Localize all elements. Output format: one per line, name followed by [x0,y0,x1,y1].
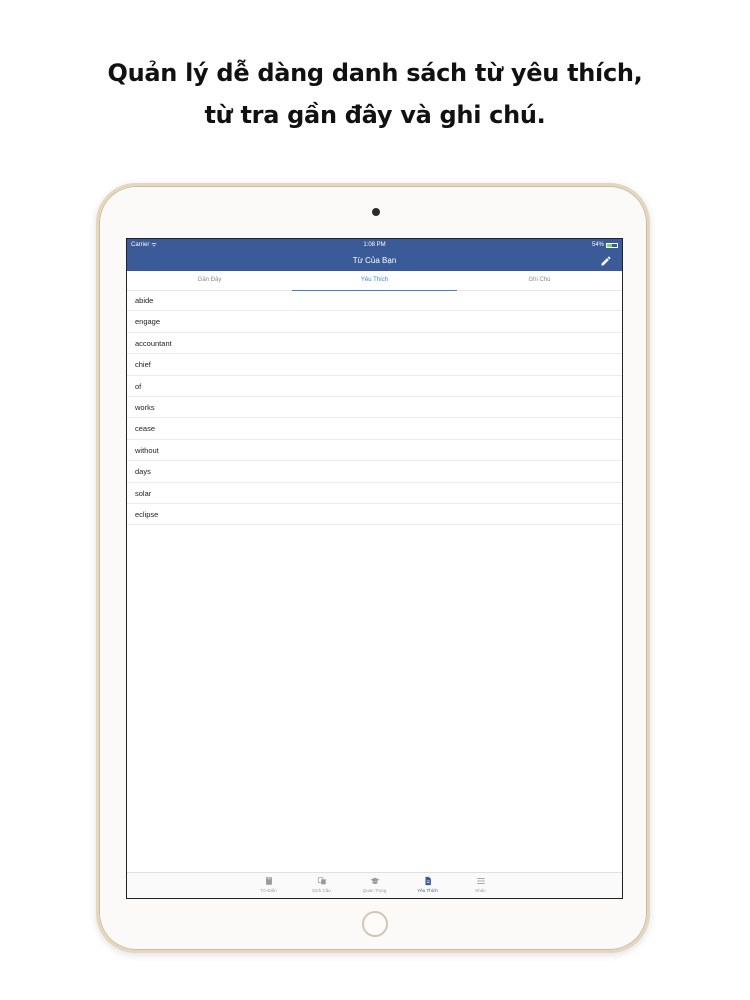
ipad-device-frame: Carrier 1:08 PM 54% Từ Của Bạn Gần Đây Yê… [96,183,650,953]
list-item[interactable]: engage [127,311,622,333]
tabbar-label: Dịch Câu [312,888,331,893]
list-item[interactable]: accountant [127,333,622,355]
headline-line-2: từ tra gần đây và ghi chú. [204,101,546,129]
nav-bar: Từ Của Bạn [127,251,622,271]
tabbar-dictionary[interactable]: Từ Điển [242,873,295,898]
status-time: 1:08 PM [363,242,386,248]
tabbar-more[interactable]: Khác [454,873,507,898]
pencil-icon[interactable] [600,255,612,267]
list-item[interactable]: eclipse [127,504,622,526]
list-item[interactable]: of [127,376,622,397]
tabbar-favorites[interactable]: Yêu Thích [401,873,454,898]
list-item[interactable]: cease [127,418,622,440]
tabbar-translate[interactable]: Dịch Câu [295,873,348,898]
segment-tabs: Gần Đây Yêu Thích Ghi Chú [127,271,622,291]
battery-indicator: 54% [592,242,618,248]
tab-recent[interactable]: Gần Đây [127,271,292,290]
tabbar-label: Khác [475,888,486,893]
list-item[interactable]: chief [127,354,622,376]
battery-percent: 54% [591,242,604,248]
tab-notes[interactable]: Ghi Chú [457,271,622,290]
book-icon [265,877,272,885]
tabbar-important[interactable]: Quan Trọng [348,873,401,898]
document-icon [425,876,431,886]
headline: Quản lý dễ dàng danh sách từ yêu thích, … [0,52,750,136]
app-screen: Carrier 1:08 PM 54% Từ Của Bạn Gần Đây Yê… [126,238,623,899]
battery-icon [606,242,618,248]
list-item[interactable]: works [127,397,622,419]
translate-icon [317,877,326,885]
menu-icon [476,878,485,884]
list-item[interactable]: solar [127,483,622,504]
list-item[interactable]: days [127,461,622,483]
list-item[interactable]: without [127,440,622,462]
favorite-word-list: abide engage accountant chief of works cease wi… [127,290,622,526]
bottom-tab-bar: Từ Điển Dịch Câu Quan Trọng Yêu Thích Khác [127,872,622,898]
list-item[interactable]: abide [127,290,622,312]
headline-line-1: Quản lý dễ dàng danh sách từ yêu thích, [107,59,643,87]
graduation-cap-icon [369,877,380,885]
tab-favorites[interactable]: Yêu Thích [292,271,457,291]
tabbar-label: Yêu Thích [417,888,438,893]
front-camera [372,208,380,216]
home-button[interactable] [362,911,388,937]
tabbar-label: Quan Trọng [362,888,387,893]
status-bar: Carrier 1:08 PM 54% [127,239,622,251]
page-title: Từ Của Bạn [352,256,397,265]
tabbar-label: Từ Điển [260,888,277,893]
